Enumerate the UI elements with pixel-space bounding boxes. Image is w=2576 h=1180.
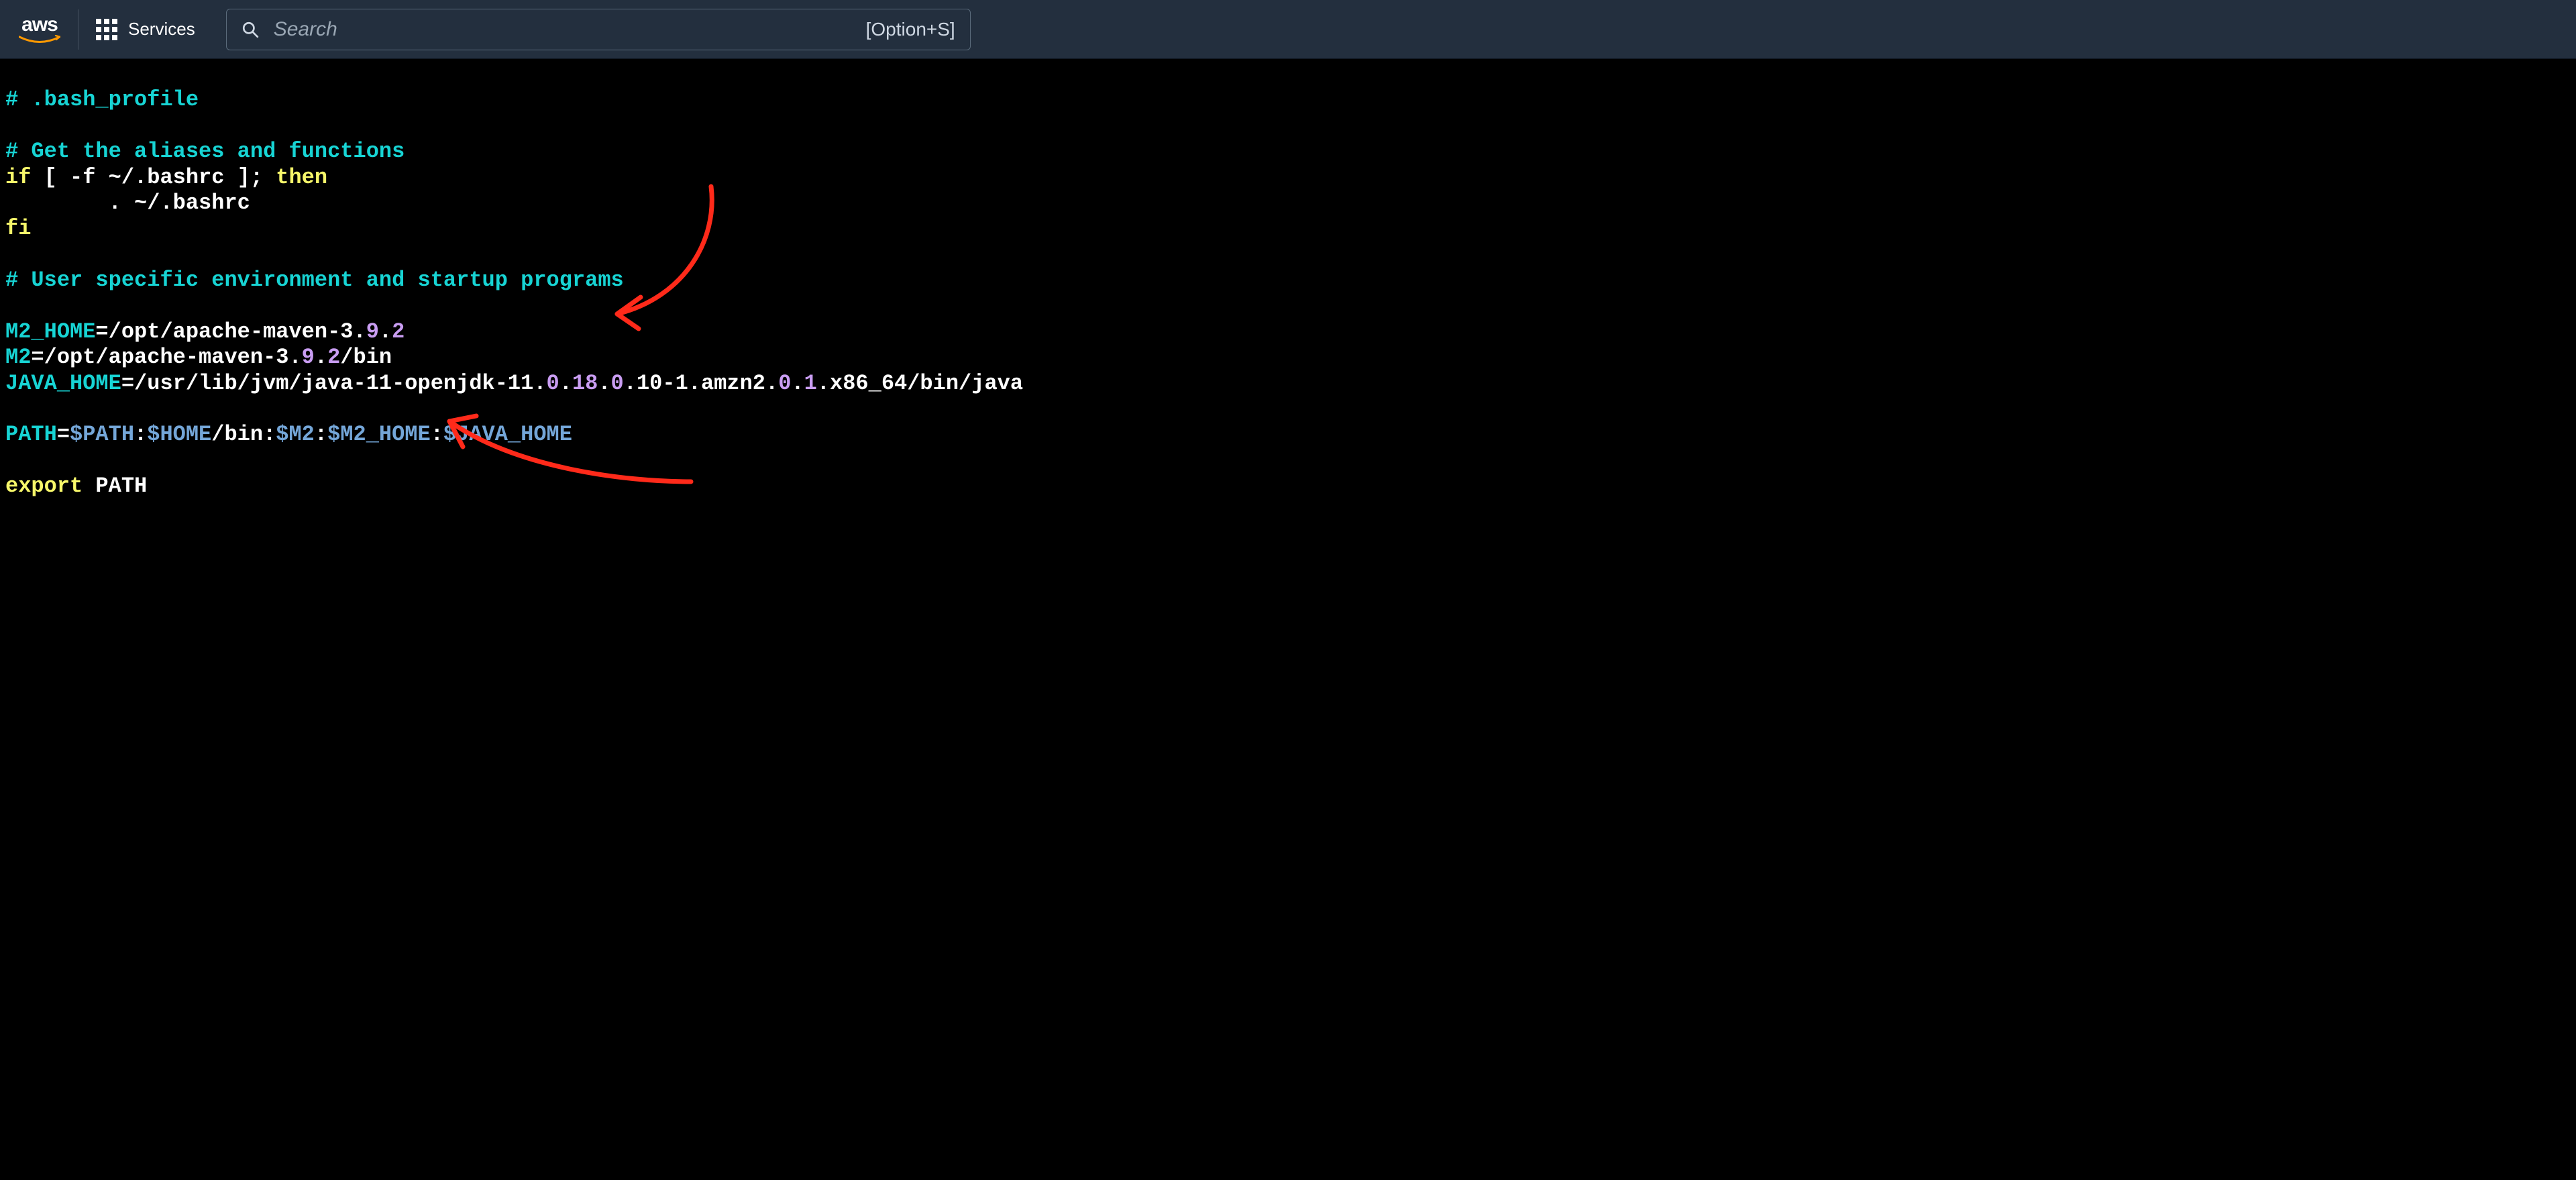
code-keyword-fi: fi: [5, 216, 31, 241]
code-number: 18: [572, 371, 598, 396]
code-text: =/opt/apache-maven-3.: [95, 319, 366, 344]
code-text: =: [57, 422, 70, 447]
aws-logo-text: aws: [21, 15, 58, 35]
services-menu-button[interactable]: Services: [96, 15, 195, 44]
code-var: M2: [5, 345, 31, 370]
terminal-editor[interactable]: # .bash_profile # Get the aliases and fu…: [0, 59, 2576, 605]
aws-smile-icon: [19, 35, 60, 44]
code-varref: $M2_HOME: [327, 422, 431, 447]
code-text: PATH: [83, 474, 147, 498]
code-number: 9: [366, 319, 379, 344]
code-varref: $PATH: [70, 422, 134, 447]
code-number: 9: [302, 345, 315, 370]
code-text: =/opt/apache-maven-3.: [31, 345, 301, 370]
aws-logo[interactable]: aws: [19, 9, 78, 50]
code-text: :: [134, 422, 147, 447]
grid-icon: [96, 19, 117, 40]
code-text: .: [315, 345, 327, 370]
code-text: .: [598, 371, 610, 396]
code-text: .10-1.amzn2.: [624, 371, 778, 396]
code-keyword-if: if: [5, 165, 31, 190]
services-label: Services: [128, 19, 195, 40]
search-icon: [241, 21, 259, 38]
code-keyword-export: export: [5, 474, 83, 498]
code-text: =/usr/lib/jvm/java-11-openjdk-11.: [121, 371, 547, 396]
search-shortcut-hint: [Option+S]: [866, 19, 955, 40]
search-input[interactable]: [259, 18, 866, 41]
code-comment: # User specific environment and startup …: [5, 268, 624, 292]
code-number: 1: [804, 371, 817, 396]
code-varref: $JAVA_HOME: [443, 422, 572, 447]
code-number: 0: [611, 371, 624, 396]
code-text: /bin: [340, 345, 392, 370]
code-number: 2: [327, 345, 340, 370]
code-text: .: [791, 371, 804, 396]
code-text: .x86_64/bin/java: [817, 371, 1023, 396]
code-var: PATH: [5, 422, 57, 447]
search-box[interactable]: [Option+S]: [226, 9, 971, 50]
code-comment: # .bash_profile: [5, 87, 199, 112]
code-text: /bin:: [211, 422, 276, 447]
aws-navbar: aws Services [Option+S]: [0, 0, 2576, 59]
code-text: :: [431, 422, 443, 447]
code-varref: $M2: [276, 422, 315, 447]
code-var: JAVA_HOME: [5, 371, 121, 396]
code-var: M2_HOME: [5, 319, 95, 344]
code-number: 0: [547, 371, 559, 396]
annotation-arrow-2: [423, 401, 704, 495]
code-number: 0: [778, 371, 791, 396]
code-keyword-then: then: [276, 165, 327, 190]
code-varref: $HOME: [147, 422, 211, 447]
code-text: :: [315, 422, 327, 447]
code-text: . ~/.bashrc: [5, 191, 250, 215]
code-number: 2: [392, 319, 405, 344]
code-comment: # Get the aliases and functions: [5, 139, 405, 164]
annotation-arrow-1: [584, 180, 731, 334]
search-container: [Option+S]: [226, 9, 971, 50]
code-text: [ -f ~/.bashrc ];: [31, 165, 276, 190]
code-text: .: [379, 319, 392, 344]
code-text: .: [559, 371, 572, 396]
